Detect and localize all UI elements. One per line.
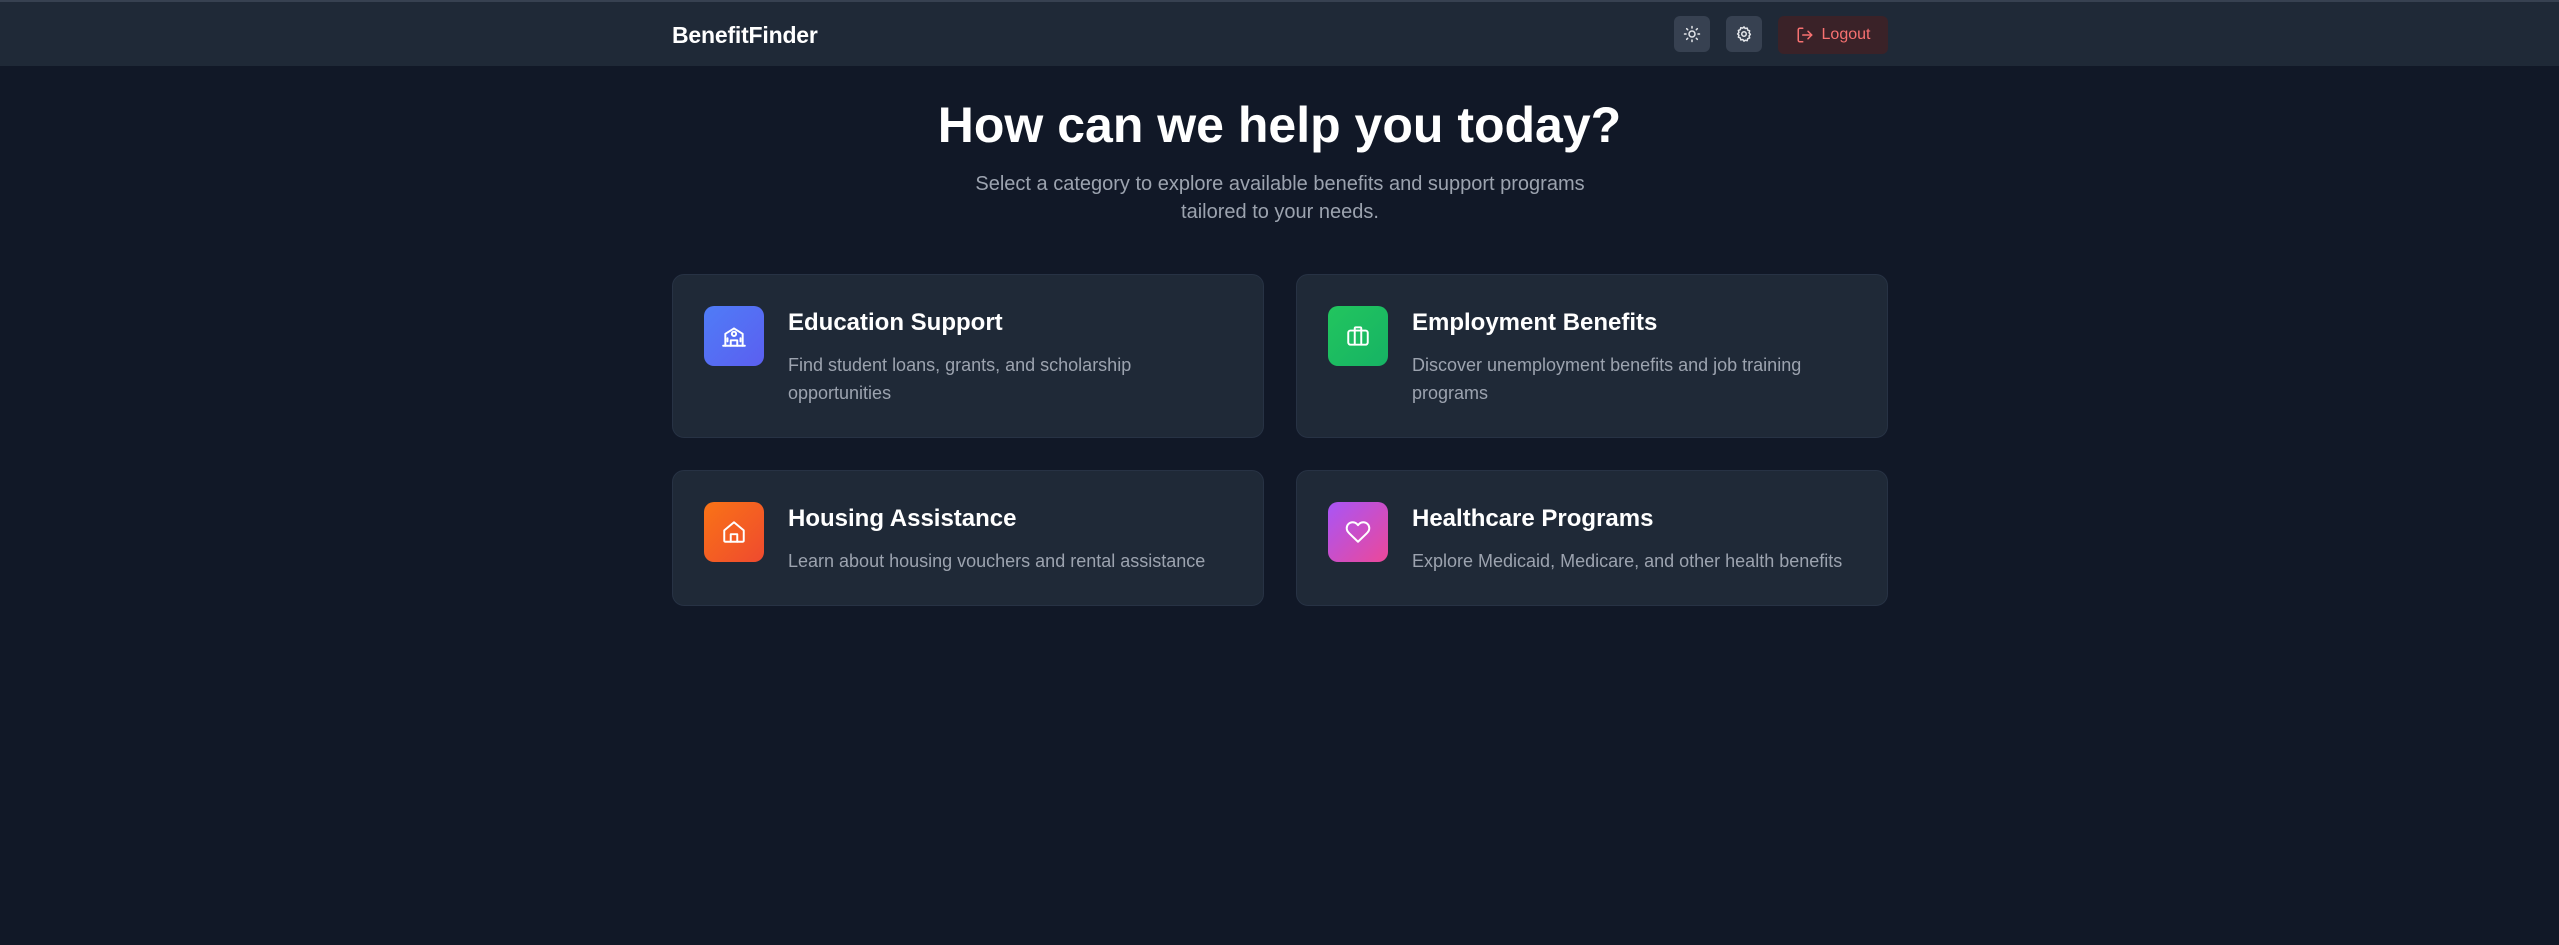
category-icon-badge xyxy=(704,306,764,366)
category-card-employment[interactable]: Employment Benefits Discover unemploymen… xyxy=(1296,274,1888,438)
sun-icon xyxy=(1683,25,1701,43)
settings-button[interactable] xyxy=(1726,16,1762,52)
category-title: Education Support xyxy=(788,309,1003,336)
house-icon xyxy=(723,521,745,543)
logout-button[interactable]: Logout xyxy=(1778,16,1888,54)
category-title: Employment Benefits xyxy=(1412,309,1658,336)
page-subtitle: Select a category to explore available b… xyxy=(975,173,1585,223)
gear-icon xyxy=(1736,26,1752,42)
category-title: Housing Assistance xyxy=(788,505,1017,532)
category-icon-badge xyxy=(704,502,764,562)
category-icon-badge xyxy=(1328,502,1388,562)
category-description: Learn about housing vouchers and rental … xyxy=(788,551,1206,571)
top-navbar: BenefitFinder Logout xyxy=(0,0,2559,66)
school-icon xyxy=(722,327,746,347)
category-description: Find student loans, grants, and scholars… xyxy=(788,355,1132,403)
category-description: Discover unemployment benefits and job t… xyxy=(1412,355,1802,403)
briefcase-icon xyxy=(1347,326,1369,346)
category-card-housing[interactable]: Housing Assistance Learn about housing v… xyxy=(672,470,1264,606)
page-title: How can we help you today? xyxy=(937,97,1622,153)
theme-toggle-button[interactable] xyxy=(1674,16,1710,52)
heart-icon xyxy=(1345,521,1371,543)
category-title: Healthcare Programs xyxy=(1412,505,1654,532)
logout-icon xyxy=(1797,27,1813,43)
brand-logo[interactable]: BenefitFinder xyxy=(672,22,818,49)
category-description: Explore Medicaid, Medicare, and other he… xyxy=(1412,551,1843,571)
category-card-healthcare[interactable]: Healthcare Programs Explore Medicaid, Me… xyxy=(1296,470,1888,606)
category-card-education[interactable]: Education Support Find student loans, gr… xyxy=(672,274,1264,438)
logout-label: Logout xyxy=(1821,26,1871,43)
category-icon-badge xyxy=(1328,306,1388,366)
